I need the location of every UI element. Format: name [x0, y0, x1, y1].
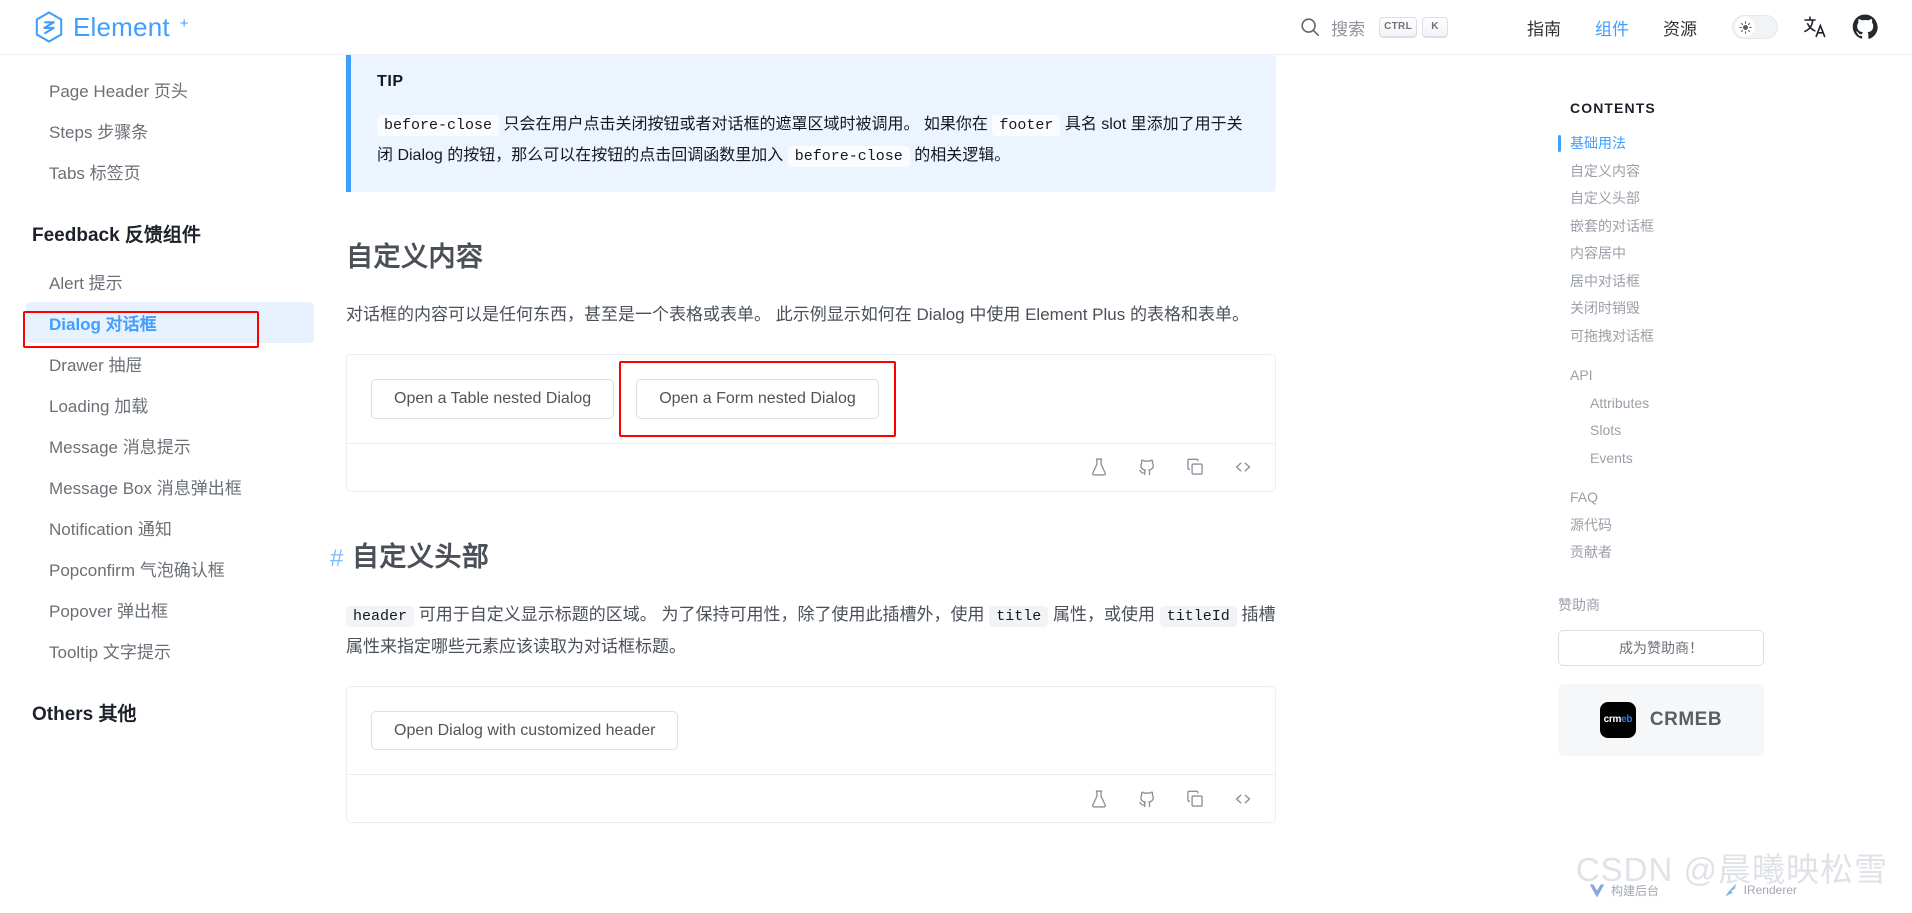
primary-nav: 指南 组件 资源 — [1510, 15, 1714, 40]
tip-text-1: 只会在用户点击关闭按钮或者对话框的遮罩区域时被调用。 如果你在 — [503, 116, 988, 133]
button-wrap-custom-header: Open Dialog with customized header — [371, 710, 679, 751]
sidebar-item-drawer[interactable]: Drawer 抽屉 — [0, 343, 314, 384]
section-paragraph-custom-header: header 可用于自定义显示标题的区域。 为了保持可用性，除了使用此插槽外，使… — [346, 600, 1276, 662]
toc-item-centered-dialog[interactable]: 居中对话框 — [1570, 268, 1912, 296]
nav-resources[interactable]: 资源 — [1646, 15, 1714, 40]
toc-item-draggable-dialog[interactable]: 可拖拽对话框 — [1570, 323, 1912, 351]
copy-icon[interactable] — [1185, 789, 1205, 809]
toc-item-custom-content[interactable]: 自定义内容 — [1570, 158, 1912, 186]
tip-body: before-close 只会在用户点击关闭按钮或者对话框的遮罩区域时被调用。 … — [377, 110, 1250, 172]
search-shortcut: CTRL K — [1379, 16, 1448, 38]
crmeb-logo-icon: crm eb — [1599, 701, 1636, 738]
button-wrap-form-dialog: Open a Form nested Dialog — [619, 361, 896, 437]
code-icon[interactable] — [1233, 457, 1253, 477]
sidebar-item-message-box[interactable]: Message Box 消息弹出框 — [0, 466, 314, 507]
sidebar-item-dialog[interactable]: Dialog 对话框 — [26, 302, 314, 343]
kbd-k: K — [1422, 16, 1448, 38]
main-content: TIP before-close 只会在用户点击关闭按钮或者对话框的遮罩区域时被… — [330, 55, 1530, 913]
nav-guide[interactable]: 指南 — [1510, 15, 1578, 40]
heading-anchor-icon[interactable]: # — [330, 545, 344, 573]
sidebar-item-tabs[interactable]: Tabs 标签页 — [0, 151, 314, 192]
sidebar-item-alert[interactable]: Alert 提示 — [0, 261, 314, 302]
github-icon[interactable] — [1137, 789, 1157, 809]
toc-item-attributes[interactable]: Attributes — [1570, 390, 1912, 418]
become-sponsor-button[interactable]: 成为赞助商！ — [1558, 629, 1764, 666]
github-icon[interactable] — [1137, 457, 1157, 477]
sidebar-item-tooltip[interactable]: Tooltip 文字提示 — [0, 630, 314, 671]
heading-text: 自定义头部 — [351, 541, 490, 572]
toc-item-slots[interactable]: Slots — [1570, 417, 1912, 445]
search-icon — [1299, 16, 1321, 38]
brand-logo-link[interactable]: Element + — [34, 11, 189, 43]
toc-item-events[interactable]: Events — [1570, 445, 1912, 473]
tip-code-footer: footer — [992, 115, 1061, 136]
demo-block-custom-content: Open a Table nested Dialog Open a Form n… — [346, 354, 1276, 492]
sun-icon — [1735, 17, 1755, 37]
button-wrap-table-dialog: Open a Table nested Dialog — [371, 379, 615, 419]
demo-toolbar — [347, 442, 1275, 491]
kbd-ctrl: CTRL — [1379, 16, 1417, 38]
copy-icon[interactable] — [1185, 457, 1205, 477]
site-header: Element + 搜索 CTRL K 指南 组件 资源 — [0, 0, 1912, 55]
left-sidebar: Page Header 页头 Steps 步骤条 Tabs 标签页 Feedba… — [0, 55, 330, 913]
sidebar-group-feedback: Feedback 反馈组件 — [32, 225, 201, 246]
tip-callout: TIP before-close 只会在用户点击关闭按钮或者对话框的遮罩区域时被… — [346, 55, 1276, 192]
toc-item-nested-dialog[interactable]: 嵌套的对话框 — [1570, 213, 1912, 241]
sidebar-item-message[interactable]: Message 消息提示 — [0, 425, 314, 466]
translate-icon[interactable] — [1802, 14, 1828, 40]
heading-text: 自定义内容 — [346, 242, 484, 272]
open-form-nested-dialog-button[interactable]: Open a Form nested Dialog — [636, 379, 879, 419]
toc-item-api[interactable]: API — [1570, 362, 1912, 390]
toc-item-destroy-on-close[interactable]: 关闭时销毁 — [1570, 295, 1912, 323]
code-icon[interactable] — [1233, 789, 1253, 809]
sidebar-item-page-header[interactable]: Page Header 页头 — [0, 69, 314, 110]
contents-title: CONTENTS — [1570, 100, 1656, 116]
sponsor-label: 赞助商 — [1558, 596, 1600, 613]
tip-code-before-close-2: before-close — [787, 146, 910, 167]
open-table-nested-dialog-button[interactable]: Open a Table nested Dialog — [371, 379, 615, 419]
toc-item-contributors[interactable]: 贡献者 — [1570, 539, 1912, 567]
flask-icon[interactable] — [1089, 457, 1109, 477]
demo-toolbar — [347, 774, 1275, 822]
toc-item-custom-header[interactable]: 自定义头部 — [1570, 185, 1912, 213]
section-heading-custom-content: 自定义内容 — [346, 235, 1450, 274]
search-label: 搜索 — [1331, 19, 1366, 39]
sidebar-item-popconfirm[interactable]: Popconfirm 气泡确认框 — [0, 548, 314, 589]
right-sidebar: CONTENTS 基础用法 自定义内容 自定义头部 嵌套的对话框 内容居中 居中… — [1530, 55, 1912, 913]
nav-components[interactable]: 组件 — [1578, 15, 1646, 40]
tip-code-before-close-1: before-close — [377, 115, 500, 136]
section-paragraph-custom-content: 对话框的内容可以是任何东西，甚至是一个表格或表单。 此示例显示如何在 Dialo… — [346, 305, 1249, 324]
para-code-header: header — [346, 605, 415, 627]
brand-name: Element — [73, 11, 170, 42]
sponsor-card-crmeb[interactable]: crm eb CRMEB — [1558, 683, 1764, 756]
sidebar-item-popover[interactable]: Popover 弹出框 — [0, 589, 314, 630]
sidebar-item-notification[interactable]: Notification 通知 — [0, 507, 314, 548]
brand-plus: + — [179, 14, 189, 32]
toc-item-source-code[interactable]: 源代码 — [1570, 512, 1912, 540]
toc-item-faq[interactable]: FAQ — [1570, 484, 1912, 512]
toc-item-basic-usage[interactable]: 基础用法 — [1558, 130, 1912, 158]
header-actions: 搜索 CTRL K 指南 组件 资源 — [1293, 11, 1878, 44]
demo-block-custom-header: Open Dialog with customized header — [346, 685, 1276, 824]
demo-buttons: Open Dialog with customized header — [347, 687, 1275, 775]
flask-icon[interactable] — [1089, 789, 1109, 809]
demo-buttons: Open a Table nested Dialog Open a Form n… — [347, 355, 1275, 443]
tip-text-3: 的相关逻辑。 — [914, 147, 1011, 164]
para-code-title: title — [989, 605, 1049, 627]
section-heading-custom-header: # 自定义头部 — [330, 535, 1450, 574]
sidebar-item-steps[interactable]: Steps 步骤条 — [0, 110, 314, 151]
toc-item-centered-content[interactable]: 内容居中 — [1570, 240, 1912, 268]
para-text-2: 属性，或使用 — [1052, 604, 1155, 624]
para-text-1: 可用于自定义显示标题的区域。 为了保持可用性，除了使用此插槽外，使用 — [418, 604, 985, 624]
element-hexagon-logo-icon — [34, 11, 64, 43]
github-icon[interactable] — [1852, 14, 1878, 40]
crmeb-name: CRMEB — [1649, 708, 1723, 730]
sidebar-group-others: Others 其他 — [32, 704, 137, 725]
para-code-titleid: titleId — [1159, 605, 1237, 627]
tip-title: TIP — [377, 73, 404, 90]
theme-toggle[interactable] — [1732, 15, 1778, 39]
open-dialog-customized-header-button[interactable]: Open Dialog with customized header — [371, 710, 679, 751]
search-button[interactable]: 搜索 CTRL K — [1293, 11, 1454, 44]
sidebar-item-loading[interactable]: Loading 加载 — [0, 384, 314, 425]
